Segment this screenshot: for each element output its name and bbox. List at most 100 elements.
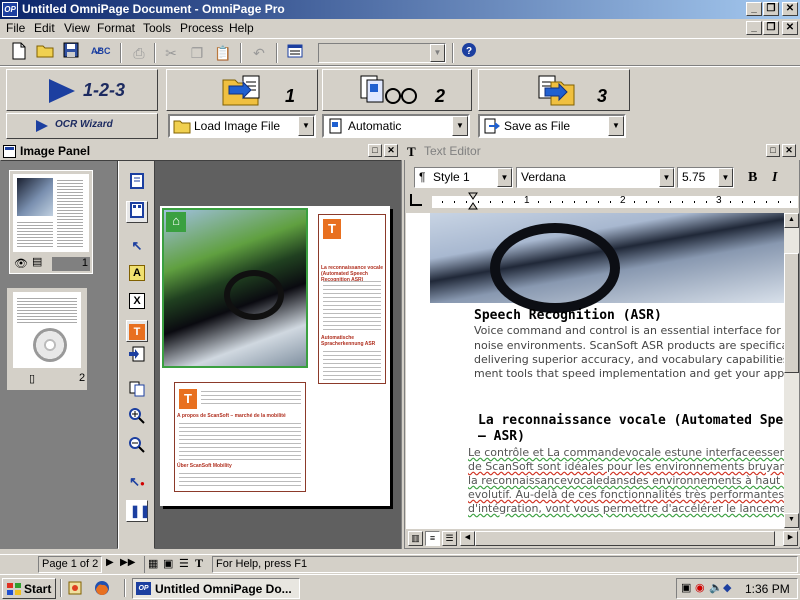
page-indicator: Page 1 of 2: [38, 556, 102, 573]
spell-check-icon[interactable]: ABC ✓: [88, 42, 114, 64]
last-page-icon[interactable]: ▶▶: [120, 557, 135, 568]
step3-export-button[interactable]: 3: [478, 69, 630, 111]
vertical-scrollbar[interactable]: ▲ ▼: [784, 213, 799, 529]
horizontal-scrollbar[interactable]: ◀ ▶: [460, 531, 798, 546]
scroll-down-icon[interactable]: ▼: [784, 513, 799, 528]
thumbnail-page-1[interactable]: 👁 ▤ 1: [9, 170, 93, 274]
help-icon[interactable]: ?: [458, 42, 480, 64]
doc-restore-button[interactable]: ❐: [763, 21, 779, 35]
chevron-down-icon[interactable]: ▼: [430, 44, 445, 62]
thumbnail-view-icon[interactable]: [126, 201, 148, 223]
image-panel-maximize-button[interactable]: □: [368, 144, 382, 157]
network-icon[interactable]: ▣: [681, 581, 691, 594]
picture-zone-car[interactable]: ⌂: [162, 208, 308, 368]
save-disk-icon[interactable]: [60, 42, 82, 64]
taskbar-omnipage-task[interactable]: OP Untitled OmniPage Do...: [132, 578, 300, 599]
text-zone-bottom[interactable]: T A propos de ScanSoft – marché de la mo…: [174, 382, 306, 492]
layout-view-icon[interactable]: ▥: [408, 531, 423, 546]
tray-app-icon[interactable]: ◆: [723, 581, 731, 594]
copy-icon[interactable]: ❐: [186, 42, 208, 64]
menu-view[interactable]: View: [64, 21, 90, 35]
start-button[interactable]: Start: [2, 578, 56, 599]
style-select[interactable]: ¶ Style 1 ▼: [414, 167, 513, 188]
italic-button[interactable]: I: [772, 170, 777, 186]
page-image[interactable]: ⌂ T La reconnaissance vocale (Automated …: [160, 206, 390, 506]
restore-button[interactable]: ❐: [763, 2, 779, 16]
zoom-in-icon[interactable]: [126, 408, 148, 430]
step2-recognize-button[interactable]: 2: [322, 69, 472, 111]
app-icon[interactable]: OP: [2, 2, 18, 17]
normal-view-icon[interactable]: ≡: [425, 531, 440, 546]
pointer-tool-icon[interactable]: ↖: [126, 236, 148, 258]
outline-view-icon[interactable]: ☰: [442, 531, 457, 546]
menu-edit[interactable]: Edit: [34, 21, 55, 35]
list-view-icon[interactable]: ☰: [179, 557, 189, 570]
pause-icon[interactable]: ❚❚: [126, 500, 150, 522]
tab-stop-icon[interactable]: [410, 194, 422, 206]
thumbnail-view-icon[interactable]: ▣: [163, 557, 173, 570]
auto-zone-tool-icon[interactable]: A: [126, 262, 148, 284]
menu-help[interactable]: Help: [229, 21, 254, 35]
grid-view-icon[interactable]: ▦: [148, 557, 158, 570]
document-car-image[interactable]: [430, 213, 784, 313]
bold-button[interactable]: B: [748, 170, 757, 186]
firefox-icon[interactable]: [94, 580, 112, 596]
font-size-select[interactable]: 5.75 ▼: [677, 167, 734, 188]
recognition-mode-dropdown[interactable]: Automatic ▼: [322, 114, 470, 138]
print-icon[interactable]: ⎙: [128, 42, 150, 64]
document-area[interactable]: Speech Recognition (ASR) Voice command a…: [406, 213, 784, 529]
chevron-down-icon[interactable]: ▼: [659, 168, 674, 187]
toolbar-separator: [276, 43, 278, 63]
copy-zone-icon[interactable]: [126, 381, 148, 403]
new-document-icon[interactable]: [8, 42, 30, 64]
chevron-down-icon[interactable]: ▼: [718, 168, 733, 187]
chevron-down-icon[interactable]: ▼: [298, 116, 314, 136]
text-view-icon[interactable]: T: [195, 556, 203, 571]
close-button[interactable]: ✕: [782, 2, 798, 16]
antivirus-icon[interactable]: ◉: [695, 581, 705, 594]
step1-load-button[interactable]: 1: [166, 69, 318, 111]
ocr-wizard-button[interactable]: OCR Wizard: [6, 113, 158, 139]
chevron-down-icon[interactable]: ▼: [497, 168, 512, 187]
chevron-down-icon[interactable]: ▼: [452, 116, 468, 136]
scroll-up-icon[interactable]: ▲: [784, 213, 799, 228]
table-zone-tool-icon[interactable]: [126, 346, 148, 368]
doc-minimize-button[interactable]: _: [746, 21, 762, 35]
thumbnail-page-2[interactable]: ▯ 2: [7, 288, 87, 390]
volume-icon[interactable]: 🔈: [709, 581, 723, 594]
load-image-dropdown[interactable]: Load Image File ▼: [168, 114, 316, 138]
undo-icon[interactable]: ↶: [248, 42, 270, 64]
indent-marker-icon[interactable]: [468, 192, 478, 212]
menu-process[interactable]: Process: [180, 21, 223, 35]
paste-icon[interactable]: 📋: [212, 42, 234, 64]
zoom-combo[interactable]: ▼: [318, 43, 446, 63]
horizontal-scroll-thumb[interactable]: [475, 531, 775, 546]
properties-icon[interactable]: [284, 42, 306, 64]
text-zone-tool-icon[interactable]: T: [126, 320, 148, 342]
text-editor-maximize-button[interactable]: □: [766, 144, 780, 157]
image-panel-close-button[interactable]: ✕: [384, 144, 398, 157]
open-folder-icon[interactable]: [34, 42, 56, 64]
menu-file[interactable]: File: [6, 21, 25, 35]
menu-format[interactable]: Format: [97, 21, 135, 35]
doc-close-button[interactable]: ✕: [782, 21, 798, 35]
quick-launch-app-icon[interactable]: [66, 580, 84, 596]
font-select[interactable]: Verdana ▼: [516, 167, 675, 188]
scroll-thumb[interactable]: [784, 253, 799, 373]
scroll-left-icon[interactable]: ◀: [460, 531, 475, 546]
play-arrow-icon: [49, 79, 75, 103]
delete-zone-tool-icon[interactable]: X: [126, 290, 148, 312]
chevron-down-icon[interactable]: ▼: [608, 116, 624, 136]
pointer-record-icon[interactable]: ↖●: [126, 472, 148, 494]
single-page-view-icon[interactable]: [126, 173, 148, 195]
text-editor-close-button[interactable]: ✕: [782, 144, 796, 157]
zoom-out-icon[interactable]: [126, 437, 148, 459]
one-two-three-button[interactable]: 1-2-3: [6, 69, 158, 111]
menu-tools[interactable]: Tools: [143, 21, 171, 35]
text-zone-right[interactable]: T La reconnaissance vocale (Automated Sp…: [318, 214, 386, 384]
cut-icon[interactable]: ✂: [160, 42, 182, 64]
save-as-dropdown[interactable]: Save as File ▼: [478, 114, 626, 138]
minimize-button[interactable]: _: [746, 2, 762, 16]
scroll-right-icon[interactable]: ▶: [783, 531, 798, 546]
next-page-icon[interactable]: ▶: [106, 557, 114, 568]
